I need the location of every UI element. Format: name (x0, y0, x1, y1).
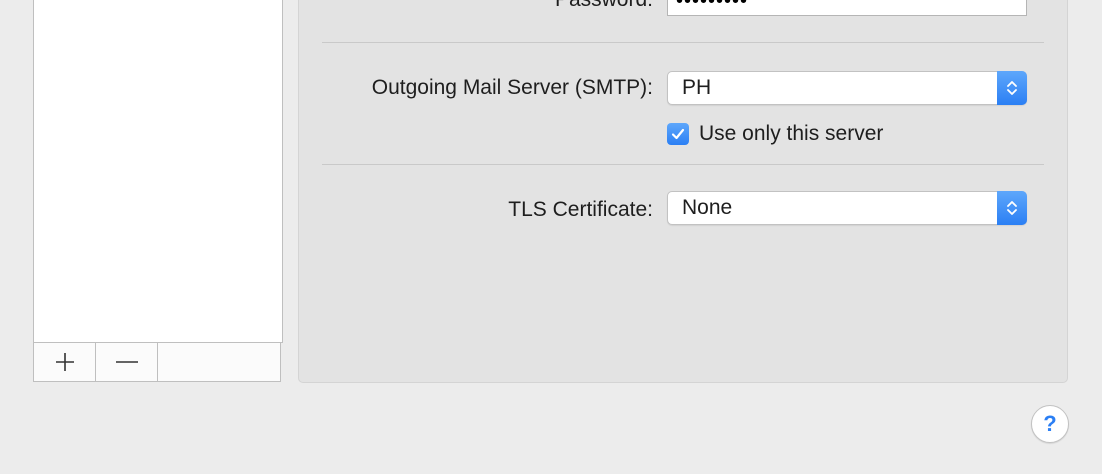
question-mark-icon: ? (1043, 411, 1057, 436)
password-label: Password: (555, 0, 653, 12)
accounts-list[interactable] (33, 0, 283, 343)
smtp-label: Outgoing Mail Server (SMTP): (371, 76, 653, 99)
password-field[interactable]: ••••••••• (667, 0, 1027, 16)
tls-certificate-label: TLS Certificate: (508, 198, 653, 221)
smtp-server-popup[interactable]: PH (667, 71, 1027, 105)
help-button[interactable]: ? (1031, 405, 1069, 443)
smtp-server-value: PH (682, 76, 712, 99)
add-account-button[interactable] (34, 343, 96, 381)
tls-certificate-value: None (682, 196, 733, 219)
use-only-this-server-label: Use only this server (699, 122, 884, 145)
minus-icon (115, 361, 138, 363)
use-only-this-server-checkbox[interactable]: Use only this server (667, 121, 883, 147)
section-divider (322, 164, 1044, 165)
checkmark-icon (667, 123, 689, 145)
up-down-chevron-icon (997, 191, 1027, 225)
remove-account-button[interactable] (96, 343, 158, 381)
up-down-chevron-icon (997, 71, 1027, 105)
tls-certificate-popup[interactable]: None (667, 191, 1027, 225)
plus-icon (55, 353, 74, 371)
accounts-list-toolbar (33, 342, 281, 382)
section-divider (322, 42, 1044, 43)
account-preferences-window: Password: ••••••••• Outgoing Mail Server… (0, 0, 1102, 474)
